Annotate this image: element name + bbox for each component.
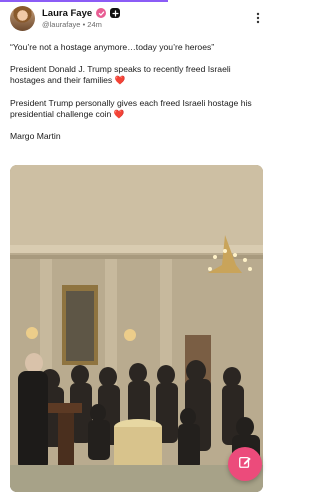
photo-scene <box>10 165 263 492</box>
plus-badge-icon <box>110 8 121 18</box>
author-name[interactable]: Laura Faye <box>42 8 92 19</box>
author-block: Laura Faye @laurafaye • 24m <box>42 8 121 29</box>
post-paragraph-2-text: President Trump personally gives each fr… <box>10 97 252 119</box>
post-header: Laura Faye @laurafaye • 24m <box>10 5 265 31</box>
post-paragraph-2: President Trump personally gives each fr… <box>10 98 266 120</box>
post-meta: @laurafaye • 24m <box>42 20 120 29</box>
post-photo[interactable] <box>10 165 263 492</box>
heart-emoji-icon: ❤️ <box>113 108 125 119</box>
heart-emoji-icon: ❤️ <box>114 75 126 86</box>
avatar[interactable] <box>10 5 35 31</box>
meta-separator: • <box>82 19 86 29</box>
top-accent-bar <box>0 0 168 2</box>
compose-button[interactable] <box>228 447 262 481</box>
post-time: 24m <box>87 19 102 29</box>
post-paragraph-1: President Donald J. Trump speaks to rece… <box>10 64 266 86</box>
more-vertical-icon[interactable] <box>251 11 265 25</box>
post-credit: Margo Martin <box>10 131 61 142</box>
author-name-row: Laura Faye <box>42 8 121 19</box>
author-handle[interactable]: @laurafaye <box>42 20 80 29</box>
verified-badge-icon <box>96 8 107 18</box>
compose-pencil-icon <box>238 455 252 474</box>
post-quote: “You’re not a hostage anymore…today you’… <box>10 42 215 52</box>
post-body: “You’re not a hostage anymore…today you’… <box>10 42 266 153</box>
